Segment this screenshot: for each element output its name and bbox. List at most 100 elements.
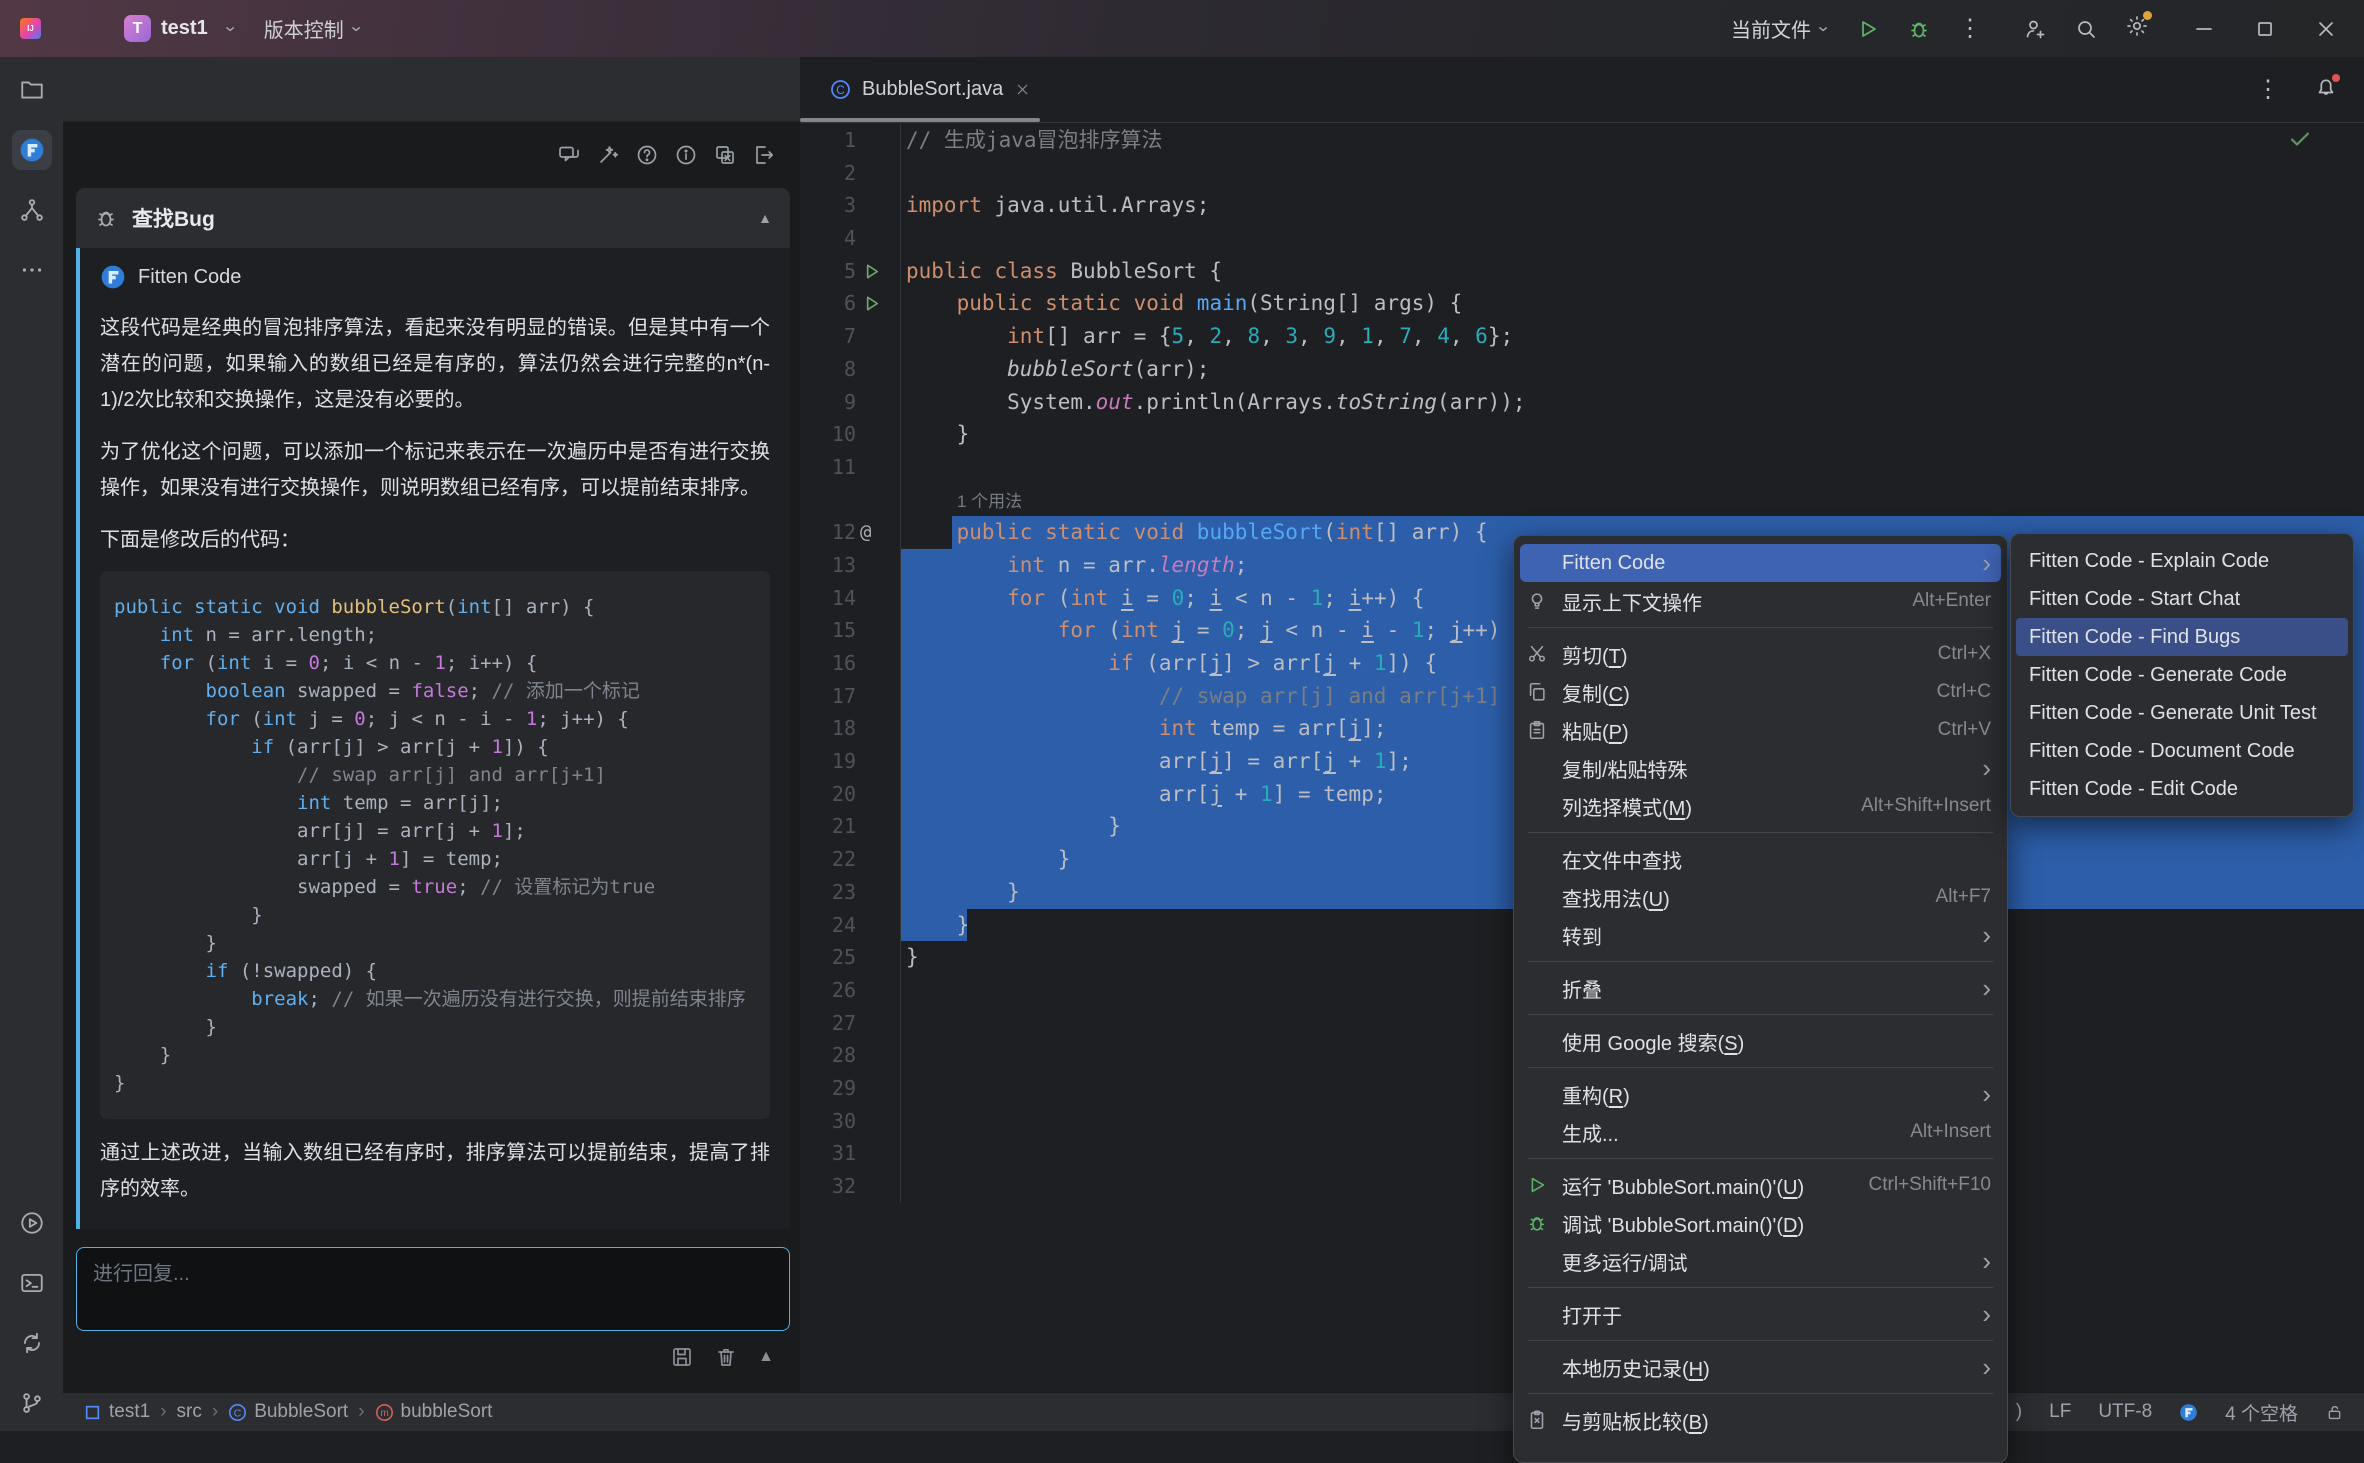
breadcrumb-item-bubblesort[interactable]: mbubbleSort (375, 1401, 493, 1423)
line-number[interactable]: 22 (832, 843, 856, 876)
menu-item--[interactable]: 粘贴(P)Ctrl+V (1514, 711, 2007, 749)
menu-item--[interactable]: 更多运行/调试› (1514, 1242, 2007, 1280)
breadcrumb-item-bubblesort[interactable]: CBubbleSort (228, 1401, 348, 1423)
save-icon[interactable] (670, 1345, 694, 1369)
line-number[interactable]: 28 (832, 1039, 856, 1072)
menu-item--[interactable]: 折叠› (1514, 969, 2007, 1007)
fitten-status-icon[interactable] (2179, 1403, 2198, 1422)
git-branch-icon[interactable] (12, 1383, 52, 1423)
scroll-top-icon[interactable]: ▲ (758, 1348, 774, 1366)
line-number[interactable]: 14 (832, 582, 856, 615)
submenu-item-document-code[interactable]: Fitten Code - Document Code (2011, 732, 2353, 770)
line-number[interactable]: 2 (844, 157, 856, 190)
line-number[interactable]: 24 (832, 909, 856, 942)
line-number[interactable]: 6 (844, 287, 856, 320)
status-item[interactable]: ) (2016, 1401, 2022, 1423)
menu-item--[interactable]: 本地历史记录(H)› (1514, 1348, 2007, 1386)
menu-item--[interactable]: 查找用法(U)Alt+F7 (1514, 878, 2007, 916)
find-bugs-card-header[interactable]: 查找Bug ▲ (76, 188, 790, 248)
run-configuration-selector[interactable]: 当前文件 (1731, 14, 1829, 43)
menu-item--[interactable]: 复制(C)Ctrl+C (1514, 673, 2007, 711)
tab-bubblesort-java[interactable]: C BubbleSort.java (800, 57, 1057, 122)
line-number[interactable]: 13 (832, 549, 856, 582)
usage-hint[interactable]: 1 个用法 (957, 492, 1022, 511)
menu-item--[interactable]: 剪切(T)Ctrl+X (1514, 635, 2007, 673)
line-number[interactable]: 10 (832, 418, 856, 451)
line-number[interactable]: 3 (844, 189, 856, 222)
line-number[interactable]: 18 (832, 712, 856, 745)
folder-icon[interactable] (12, 70, 52, 110)
code-line[interactable]: 11 (800, 451, 2364, 484)
line-number[interactable]: 31 (832, 1137, 856, 1170)
submenu-item-start-chat[interactable]: Fitten Code - Start Chat (2011, 580, 2353, 618)
code-line[interactable]: 6 public static void main(String[] args)… (800, 287, 2364, 320)
code-line[interactable]: 7 int[] arr = {5, 2, 8, 3, 9, 1, 7, 4, 6… (800, 320, 2364, 353)
run-button[interactable] (1856, 17, 1880, 41)
breadcrumb-item-src[interactable]: src (177, 1401, 202, 1423)
editor-options-icon[interactable]: ⋮ (2256, 81, 2280, 99)
menu-item--[interactable]: 转到› (1514, 916, 2007, 954)
code-line[interactable]: 4 (800, 222, 2364, 255)
line-number[interactable]: 12 (832, 516, 856, 549)
line-number[interactable]: 27 (832, 1007, 856, 1040)
inlay-hint-row[interactable]: 1 个用法 (800, 484, 2364, 517)
help-icon[interactable] (635, 143, 659, 167)
menu-item--bubblesort-main-[interactable]: 调试 'BubbleSort.main()'(D) (1514, 1204, 2007, 1242)
line-number[interactable]: 1 (844, 124, 856, 157)
chat-icon[interactable] (557, 143, 581, 167)
breadcrumb-item-test1[interactable]: test1 (83, 1401, 150, 1423)
line-number[interactable]: 26 (832, 974, 856, 1007)
fitten-code-icon[interactable] (12, 130, 52, 170)
terminal-icon[interactable] (12, 1263, 52, 1303)
run-gutter-icon[interactable] (860, 260, 883, 283)
collapse-icon[interactable]: ▲ (758, 210, 772, 226)
notifications-bell-icon[interactable] (2314, 75, 2338, 104)
status-item[interactable]: 4 个空格 (2225, 1399, 2298, 1426)
submenu-item-generate-unit-test[interactable]: Fitten Code - Generate Unit Test (2011, 694, 2353, 732)
menu-item--[interactable]: 显示上下文操作Alt+Enter (1514, 582, 2007, 620)
run-tool-icon[interactable] (12, 1203, 52, 1243)
line-number[interactable]: 25 (832, 941, 856, 974)
copyx-icon[interactable] (713, 143, 737, 167)
close-tab-icon[interactable] (1014, 81, 1031, 98)
line-number[interactable]: 5 (844, 255, 856, 288)
line-number[interactable]: 7 (844, 320, 856, 353)
line-number[interactable]: 11 (832, 451, 856, 484)
search-icon[interactable] (2074, 17, 2098, 41)
line-number[interactable]: 29 (832, 1072, 856, 1105)
unlock-status-icon[interactable] (2325, 1403, 2344, 1422)
minimize-button[interactable] (2192, 17, 2216, 41)
close-button[interactable] (2314, 17, 2338, 41)
project-selector[interactable]: T test1 (124, 15, 236, 42)
code-line[interactable]: 8 bubbleSort(arr); (800, 353, 2364, 386)
code-line[interactable]: 2 (800, 157, 2364, 190)
status-item[interactable]: UTF-8 (2098, 1401, 2152, 1423)
line-number[interactable]: 21 (832, 810, 856, 843)
menu-item-fitten-code[interactable]: Fitten Code› (1520, 544, 2001, 582)
more-actions-icon[interactable]: ⋮ (1958, 20, 1982, 38)
menu-item--[interactable]: 列选择模式(M)Alt+Shift+Insert (1514, 787, 2007, 825)
code-line[interactable]: 1// 生成java冒泡排序算法 (800, 124, 2364, 157)
submenu-item-generate-code[interactable]: Fitten Code - Generate Code (2011, 656, 2353, 694)
maximize-button[interactable] (2253, 17, 2277, 41)
code-line[interactable]: 3import java.util.Arrays; (800, 189, 2364, 222)
info-icon[interactable] (674, 143, 698, 167)
line-number[interactable]: 4 (844, 222, 856, 255)
delete-icon[interactable] (714, 1345, 738, 1369)
submenu-item-explain-code[interactable]: Fitten Code - Explain Code (2011, 542, 2353, 580)
menu-item--[interactable]: 生成...Alt+Insert (1514, 1113, 2007, 1151)
menu-item--[interactable]: 重构(R)› (1514, 1075, 2007, 1113)
menu-item--[interactable]: 复制/粘贴特殊› (1514, 749, 2007, 787)
settings-gear-icon[interactable] (2125, 14, 2149, 43)
code-line[interactable]: 5public class BubbleSort { (800, 255, 2364, 288)
add-user-icon[interactable] (2023, 17, 2047, 41)
menu-item--[interactable]: 打开于› (1514, 1295, 2007, 1333)
code-line[interactable]: 10 } (800, 418, 2364, 451)
wand-icon[interactable] (596, 143, 620, 167)
line-number[interactable]: 16 (832, 647, 856, 680)
line-number[interactable]: 9 (844, 386, 856, 419)
services-icon[interactable] (12, 1323, 52, 1363)
menu-item--[interactable]: 与剪贴板比较(B) (1514, 1401, 2007, 1439)
menu-item--[interactable]: 在文件中查找 (1514, 840, 2007, 878)
hamburger-menu-icon[interactable] (71, 18, 92, 39)
